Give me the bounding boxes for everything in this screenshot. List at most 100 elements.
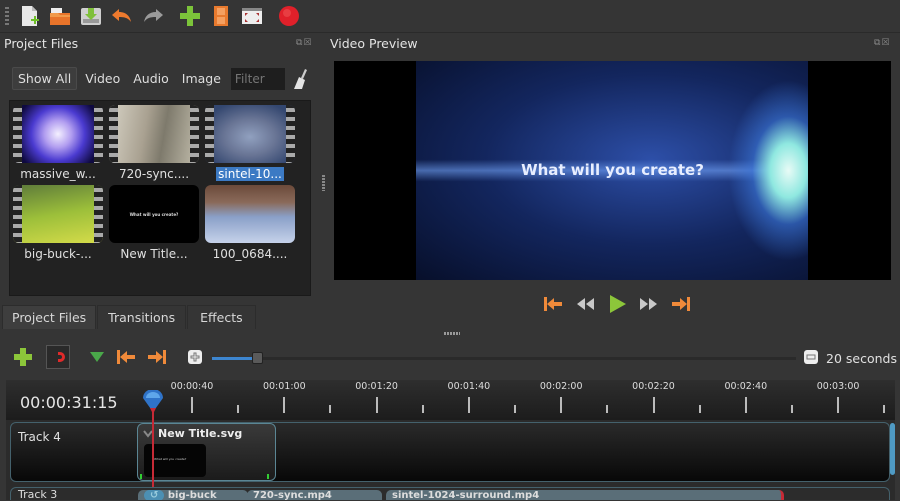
- timeline-clip[interactable]: ↺ big-buck: [138, 490, 248, 500]
- clip-keyframe-start: [140, 474, 142, 479]
- rewind-button[interactable]: [572, 292, 598, 316]
- file-item[interactable]: massive_w...: [13, 105, 103, 182]
- ruler-major-tick: [837, 397, 840, 413]
- filter-image[interactable]: Image: [177, 68, 226, 89]
- file-item[interactable]: big-buck-...: [13, 185, 103, 262]
- filter-input[interactable]: [230, 67, 285, 90]
- timeline-vertical-scrollbar[interactable]: [890, 423, 895, 475]
- file-thumbnail: [13, 105, 103, 163]
- file-item[interactable]: sintel-10...: [205, 105, 295, 182]
- file-name: big-buck-...: [24, 247, 92, 261]
- video-preview-screen: What will you create?: [334, 61, 891, 280]
- clip-transition-badge: ↺: [144, 490, 165, 500]
- video-preview-title: Video Preview: [330, 36, 418, 51]
- new-project-button[interactable]: [17, 4, 41, 28]
- open-project-icon: [50, 8, 70, 25]
- file-item[interactable]: 720-sync....: [109, 105, 199, 182]
- file-name: 720-sync....: [118, 167, 190, 181]
- snapping-toggle[interactable]: [46, 345, 70, 369]
- clip-title: big-buck: [167, 490, 217, 500]
- add-icon: [180, 6, 200, 26]
- ruler-label: 00:02:00: [539, 381, 583, 392]
- ruler-minor-tick: [883, 405, 886, 413]
- play-button[interactable]: [604, 292, 630, 316]
- playhead-handle-icon[interactable]: [140, 390, 166, 416]
- undo-icon: [112, 9, 131, 22]
- tab-transitions[interactable]: Transitions: [97, 305, 187, 329]
- undo-button[interactable]: [110, 4, 134, 28]
- clip-thumbnail-text: What will you create?: [154, 457, 187, 461]
- ruler-minor-tick: [514, 405, 517, 413]
- fast-forward-button[interactable]: [636, 292, 662, 316]
- timeline-clip[interactable]: sintel-1024-surround.mp4: [386, 490, 784, 500]
- next-marker-button[interactable]: [145, 345, 169, 369]
- fullscreen-button[interactable]: [240, 4, 264, 28]
- center-playhead-button[interactable]: [183, 345, 207, 369]
- marker-icon: [90, 352, 104, 362]
- file-name: sintel-10...: [216, 167, 284, 181]
- zoom-scale-label: 20 seconds: [826, 351, 897, 366]
- playback-controls: [540, 292, 700, 316]
- import-files-button[interactable]: [178, 4, 202, 28]
- current-timecode: 00:00:31:15: [20, 393, 118, 412]
- filter-audio[interactable]: Audio: [128, 68, 174, 89]
- ruler-minor-tick: [698, 405, 701, 413]
- ruler-major-tick: [191, 397, 193, 413]
- add-marker-button[interactable]: [85, 345, 109, 369]
- file-name: massive_w...: [20, 167, 96, 181]
- preview-frame-text: What will you create?: [521, 161, 704, 179]
- ruler-label: 00:02:20: [632, 381, 675, 392]
- redo-icon: [144, 9, 163, 22]
- zoom-slider-handle[interactable]: [252, 352, 263, 364]
- project-files-title: Project Files: [4, 36, 79, 51]
- project-files-list: massive_w... 720-sync.... sintel-10... b…: [9, 100, 311, 296]
- save-project-button[interactable]: [79, 4, 103, 28]
- dock-splitter-handle[interactable]: [444, 332, 460, 335]
- project-files-dock-buttons[interactable]: ⧉☒: [296, 38, 313, 48]
- export-video-button[interactable]: [277, 4, 301, 28]
- timeline-zoom-slider[interactable]: [212, 352, 796, 364]
- main-toolbar: [0, 0, 900, 33]
- next-marker-icon: [148, 350, 166, 364]
- add-track-button[interactable]: [11, 345, 35, 369]
- choose-profile-button[interactable]: [209, 4, 233, 28]
- rewind-icon: [577, 298, 594, 310]
- file-thumbnail: [205, 185, 295, 243]
- ruler-minor-tick: [790, 405, 793, 413]
- redo-button[interactable]: [141, 4, 165, 28]
- film-strip-icon: [214, 6, 228, 26]
- open-project-button[interactable]: [48, 4, 72, 28]
- zoom-slider-fill: [212, 357, 254, 360]
- ruler-major-tick: [467, 397, 470, 413]
- file-thumbnail: [13, 185, 103, 243]
- panel-splitter-handle[interactable]: [322, 175, 325, 191]
- track-label: Track 4: [18, 430, 61, 444]
- file-name: New Title...: [120, 247, 188, 261]
- magnet-icon: [58, 352, 65, 362]
- ruler-label: 00:01:20: [355, 381, 398, 392]
- jump-to-end-button[interactable]: [668, 292, 694, 316]
- clip-title: sintel-1024-surround.mp4: [392, 490, 540, 500]
- jump-to-start-button[interactable]: [540, 292, 566, 316]
- filter-video[interactable]: Video: [80, 68, 125, 89]
- tab-effects[interactable]: Effects: [187, 305, 256, 329]
- filter-show-all[interactable]: Show All: [12, 67, 78, 90]
- clear-filter-broom-icon[interactable]: [291, 68, 311, 90]
- file-item[interactable]: What will you create? New Title...: [109, 185, 199, 262]
- timeline-clip[interactable]: 720-sync.mp4: [247, 490, 382, 500]
- clip-title: New Title.svg: [158, 427, 243, 440]
- ruler-major-tick: [283, 397, 286, 413]
- play-icon: [610, 295, 626, 313]
- jump-to-start-icon: [544, 297, 562, 311]
- fullscreen-icon: [242, 8, 262, 24]
- previous-marker-button[interactable]: [114, 345, 138, 369]
- file-item[interactable]: 100_0684....: [205, 185, 295, 262]
- thumbnail-text: What will you create?: [129, 211, 179, 217]
- video-preview-dock-buttons[interactable]: ⧉☒: [874, 38, 891, 48]
- ruler-label: 00:00:40: [170, 381, 214, 392]
- timeline-clip[interactable]: New Title.svg What will you create?: [137, 423, 276, 481]
- tab-project-files[interactable]: Project Files: [2, 305, 97, 329]
- zoom-fit-icon: [804, 350, 818, 364]
- toolbar-grip[interactable]: [5, 7, 9, 25]
- zoom-fit-button[interactable]: [799, 345, 823, 369]
